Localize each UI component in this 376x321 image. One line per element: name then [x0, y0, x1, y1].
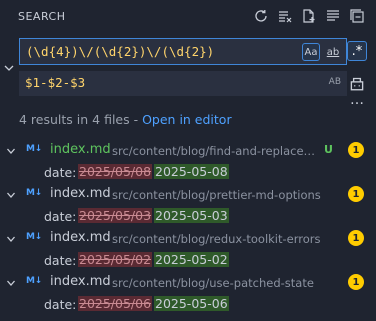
- replacement-text: 2025-05-03: [154, 208, 229, 223]
- chevron-down-icon[interactable]: [6, 145, 16, 155]
- chevron-down-icon[interactable]: [6, 233, 16, 243]
- removed-match-text: 2025/05/02: [78, 252, 153, 267]
- result-match-row[interactable]: date: 2025/05/08 2025-05-08: [0, 162, 376, 184]
- removed-match-text: 2025/05/08: [78, 164, 153, 179]
- chevron-down-icon[interactable]: [6, 189, 16, 199]
- file-name: index.md: [50, 274, 111, 289]
- markdown-file-icon: M↓: [26, 188, 42, 198]
- preserve-case-toggle[interactable]: AB: [329, 77, 341, 87]
- markdown-file-icon: M↓: [26, 144, 42, 154]
- new-search-editor-icon[interactable]: [300, 7, 318, 25]
- result-match-row[interactable]: date: 2025/05/06 2025-05-06: [0, 294, 376, 316]
- replace-input-value: $1-$2-$3: [25, 75, 86, 90]
- clear-results-icon[interactable]: [276, 7, 294, 25]
- match-count-badge: 1: [348, 186, 364, 202]
- use-regex-toggle[interactable]: .*: [347, 41, 367, 61]
- removed-match-text: 2025/05/06: [78, 296, 153, 311]
- replacement-text: 2025-05-08: [154, 164, 229, 179]
- results-count-text: 4 results in 4 files -: [19, 112, 143, 127]
- markdown-file-icon: M↓: [26, 276, 42, 286]
- file-path: src/content/blog/prettier-md-options: [112, 188, 321, 202]
- view-as-tree-icon[interactable]: [324, 7, 342, 25]
- result-file-row[interactable]: M↓ index.md src/content/blog/redux-toolk…: [0, 228, 376, 250]
- match-count-badge: 1: [348, 142, 364, 158]
- match-count-badge: 1: [348, 230, 364, 246]
- match-prefix: date:: [44, 253, 77, 268]
- replace-all-icon[interactable]: [348, 74, 366, 92]
- match-whole-word-toggle[interactable]: ab: [324, 43, 342, 61]
- file-name: index.md: [50, 142, 111, 157]
- replacement-text: 2025-05-02: [154, 252, 229, 267]
- refresh-icon[interactable]: [252, 7, 270, 25]
- markdown-file-icon: M↓: [26, 232, 42, 242]
- file-name: index.md: [50, 186, 111, 201]
- result-file-row[interactable]: M↓ index.md src/content/blog/find-and-re…: [0, 140, 376, 162]
- search-input-value: (\d{4})\/(\d{2})\/(\d{2}): [26, 44, 215, 59]
- result-file-row[interactable]: M↓ index.md src/content/blog/prettier-md…: [0, 184, 376, 206]
- header-toolbar: [252, 7, 366, 25]
- panel-title: SEARCH: [18, 10, 66, 23]
- file-path: src/content/blog/find-and-replace-...: [112, 144, 318, 158]
- result-match-row[interactable]: date: 2025/05/02 2025-05-02: [0, 250, 376, 272]
- more-options-icon[interactable]: …: [348, 93, 366, 108]
- match-case-toggle[interactable]: Aa: [302, 43, 320, 61]
- match-prefix: date:: [44, 165, 77, 180]
- results-summary: 4 results in 4 files - Open in editor: [19, 112, 232, 127]
- match-prefix: date:: [44, 209, 77, 224]
- search-header: SEARCH: [0, 0, 376, 34]
- file-path: src/content/blog/redux-toolkit-errors: [112, 232, 321, 246]
- toggle-replace-chevron-icon[interactable]: [3, 62, 15, 74]
- search-input[interactable]: (\d{4})\/(\d{2})\/(\d{2}) Aa ab: [19, 38, 347, 65]
- result-match-row[interactable]: date: 2025/05/03 2025-05-03: [0, 206, 376, 228]
- result-file-row[interactable]: M↓ index.md src/content/blog/use-patched…: [0, 272, 376, 294]
- match-count-badge: 1: [348, 274, 364, 290]
- replace-input[interactable]: $1-$2-$3 AB: [19, 71, 347, 96]
- file-name: index.md: [50, 230, 111, 245]
- match-prefix: date:: [44, 297, 77, 312]
- open-in-editor-link[interactable]: Open in editor: [142, 112, 232, 127]
- chevron-down-icon[interactable]: [6, 277, 16, 287]
- replacement-text: 2025-05-06: [154, 296, 229, 311]
- collapse-all-icon[interactable]: [348, 7, 366, 25]
- untracked-status: U: [324, 143, 333, 156]
- file-path: src/content/blog/use-patched-state: [112, 276, 314, 290]
- removed-match-text: 2025/05/03: [78, 208, 153, 223]
